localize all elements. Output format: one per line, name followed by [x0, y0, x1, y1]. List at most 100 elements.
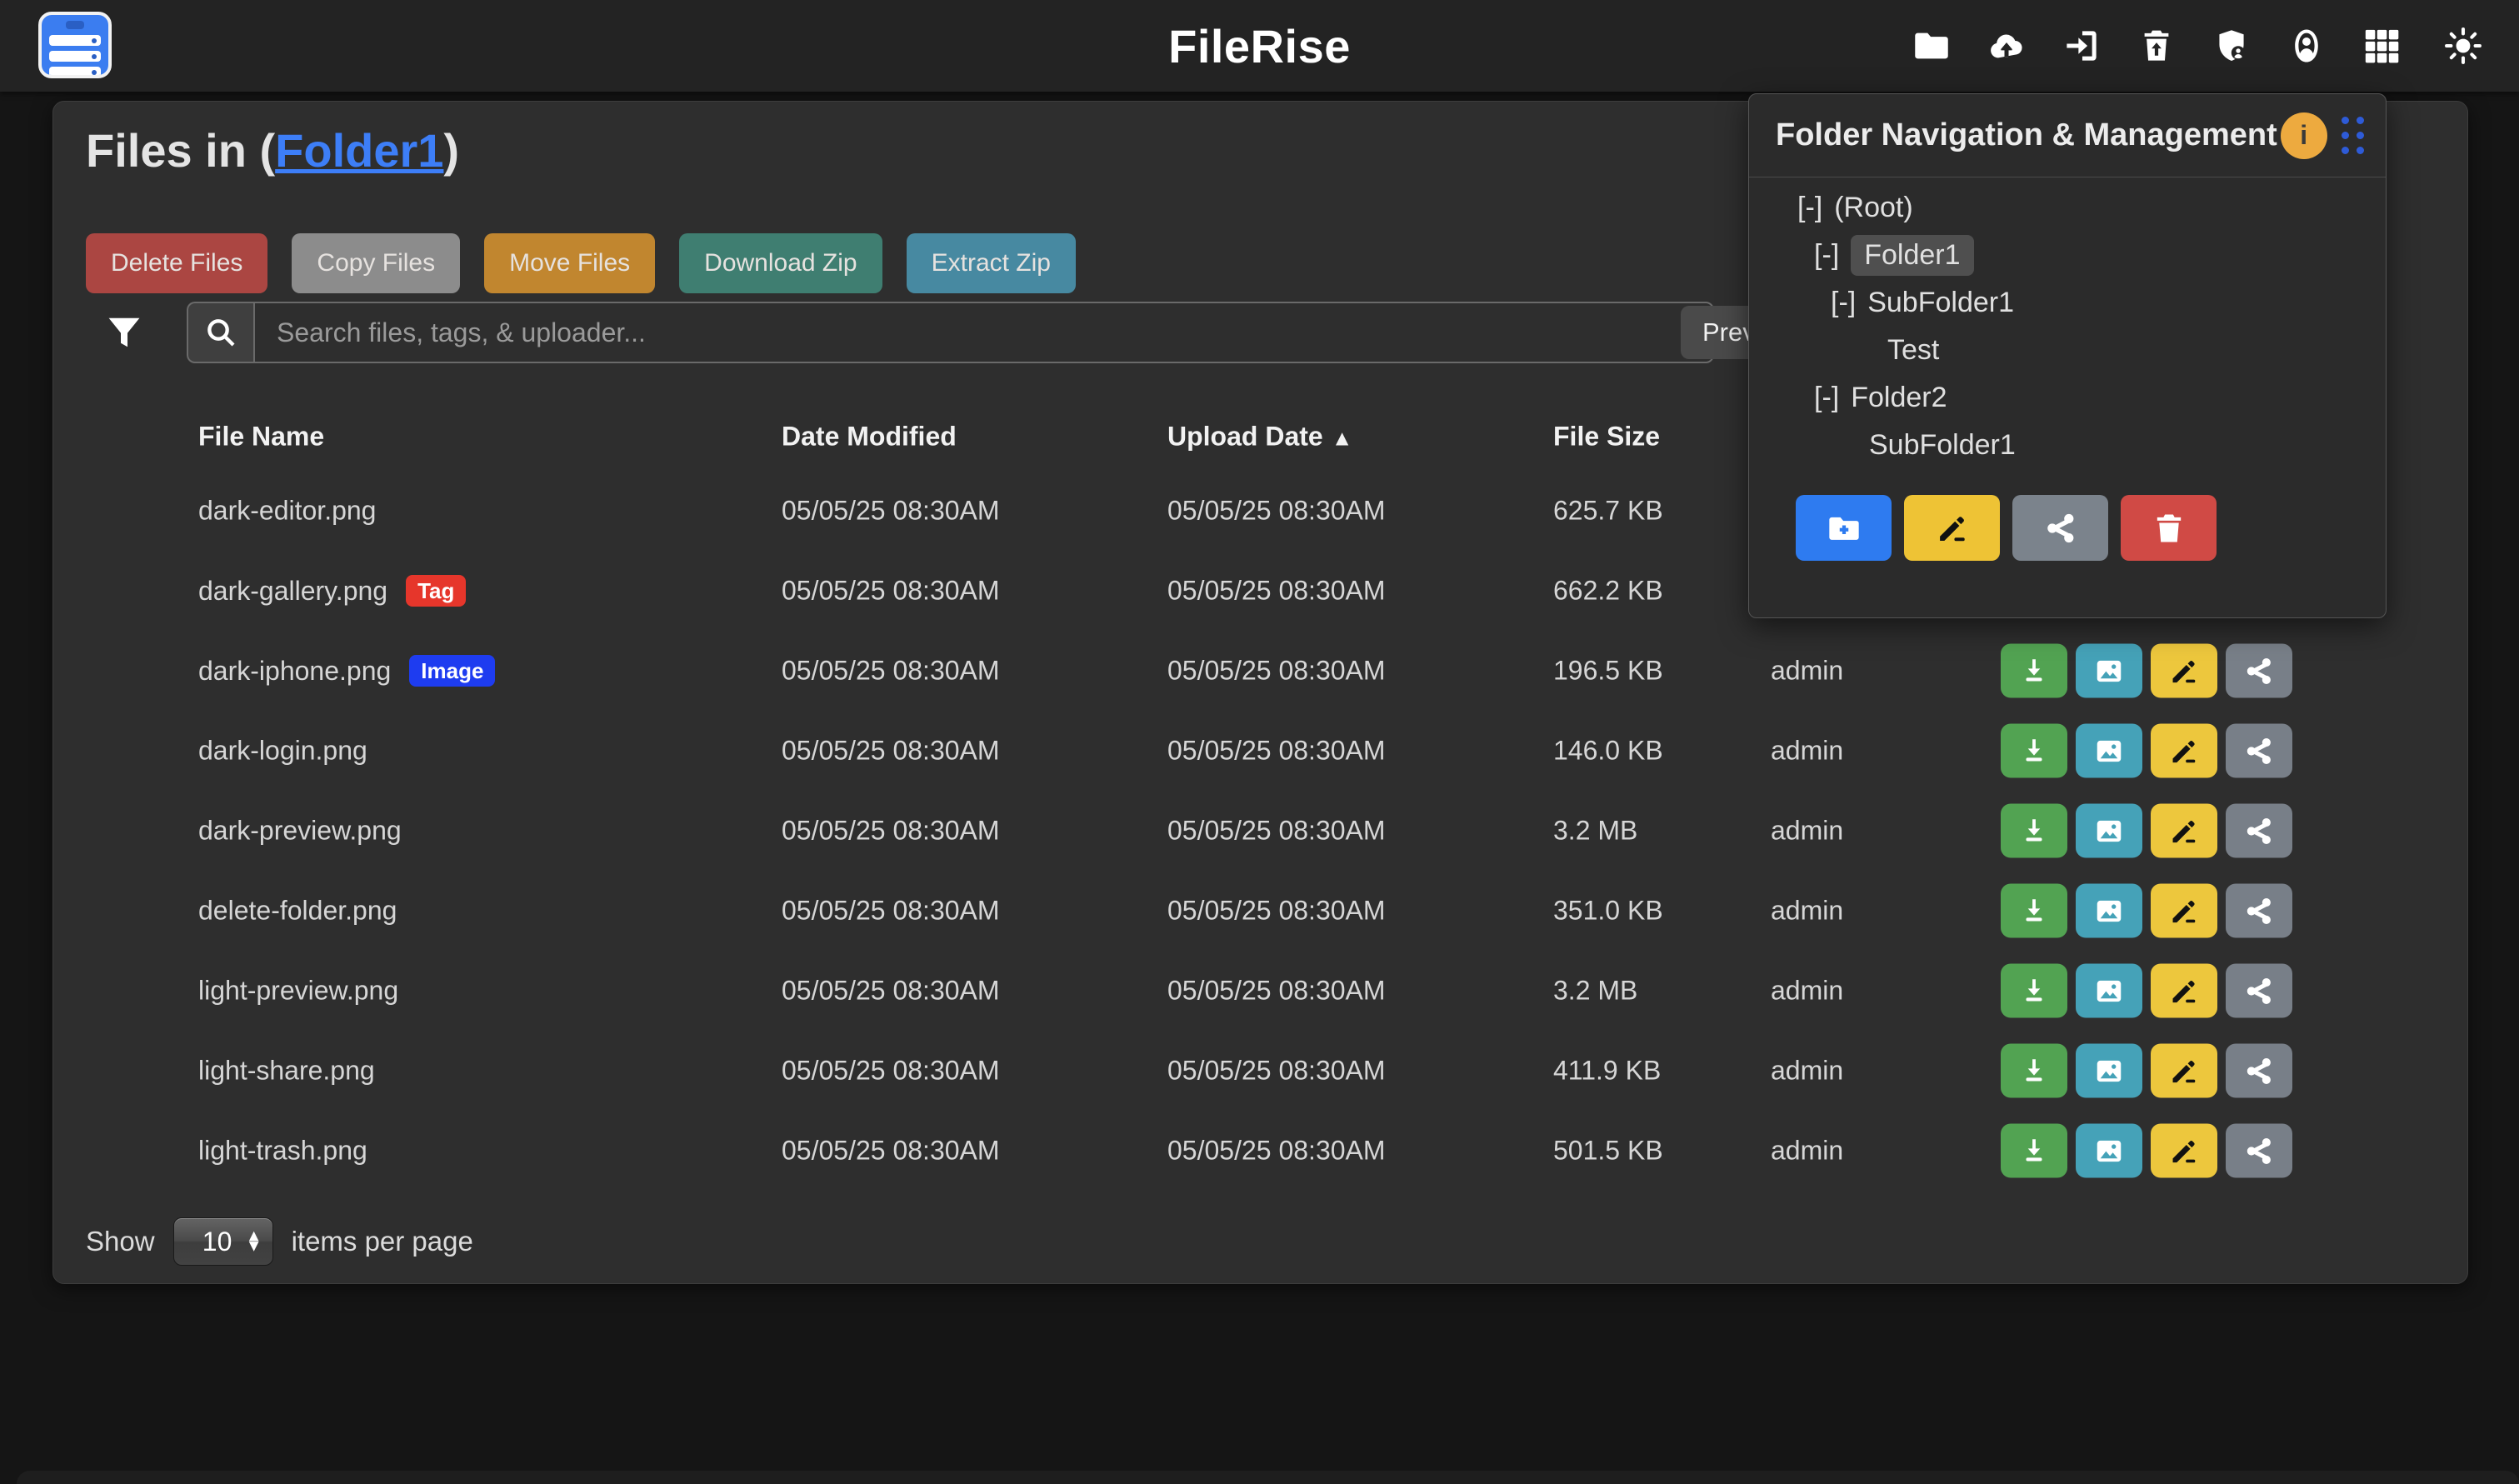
file-size: 625.7 KB: [1553, 496, 1663, 527]
preview-image-icon[interactable]: [2076, 884, 2142, 938]
file-name[interactable]: light-preview.png: [198, 976, 398, 1007]
row-actions: [2001, 1124, 2292, 1178]
file-name[interactable]: dark-iphone.png: [198, 656, 391, 687]
folder-label[interactable]: SubFolder1: [1869, 429, 2016, 462]
col-file-size[interactable]: File Size: [1553, 422, 1660, 452]
preview-image-icon[interactable]: [2076, 964, 2142, 1018]
share-icon[interactable]: [2226, 804, 2292, 858]
folder-icon[interactable]: [1911, 25, 1952, 67]
rename-folder-icon[interactable]: [1904, 495, 2000, 561]
share-icon[interactable]: [2226, 1124, 2292, 1178]
info-icon[interactable]: i: [2281, 112, 2327, 159]
apps-grid-icon[interactable]: [2361, 25, 2402, 67]
row-actions: [2001, 804, 2292, 858]
user-account-icon[interactable]: [2286, 25, 2327, 67]
tree-item-root[interactable]: [-] (Root): [1749, 184, 2386, 232]
collapse-toggle[interactable]: [-]: [1814, 382, 1839, 414]
file-name[interactable]: light-trash.png: [198, 1136, 367, 1167]
upload-date: 05/05/25 08:30AM: [1167, 816, 1386, 847]
delete-folder-icon[interactable]: [2121, 495, 2217, 561]
tree-item-folder1[interactable]: [-] Folder1: [1749, 232, 2386, 279]
upload-date: 05/05/25 08:30AM: [1167, 576, 1386, 607]
col-file-name[interactable]: File Name: [198, 422, 324, 452]
collapse-toggle[interactable]: [-]: [1831, 287, 1856, 319]
file-badge: Tag: [406, 575, 466, 607]
file-name[interactable]: delete-folder.png: [198, 896, 397, 927]
rename-icon[interactable]: [2151, 1044, 2217, 1098]
preview-image-icon[interactable]: [2076, 644, 2142, 698]
download-icon[interactable]: [2001, 1044, 2067, 1098]
rename-icon[interactable]: [2151, 724, 2217, 778]
preview-image-icon[interactable]: [2076, 1044, 2142, 1098]
tree-item-test[interactable]: Test: [1749, 327, 2386, 374]
drag-handle-icon[interactable]: [2342, 117, 2364, 154]
file-size: 146.0 KB: [1553, 736, 1663, 767]
preview-image-icon[interactable]: [2076, 724, 2142, 778]
share-icon[interactable]: [2226, 644, 2292, 698]
upload-date: 05/05/25 08:30AM: [1167, 1136, 1386, 1167]
file-size: 501.5 KB: [1553, 1136, 1663, 1167]
extract-zip-button[interactable]: Extract Zip: [907, 233, 1076, 293]
folder-link[interactable]: Folder1: [275, 124, 443, 177]
rename-icon[interactable]: [2151, 964, 2217, 1018]
tree-item-folder2[interactable]: [-] Folder2: [1749, 374, 2386, 422]
folder-label[interactable]: Folder2: [1851, 382, 1947, 414]
rename-icon[interactable]: [2151, 644, 2217, 698]
preview-image-icon[interactable]: [2076, 804, 2142, 858]
upload-date: 05/05/25 08:30AM: [1167, 656, 1386, 687]
tree-item-subfolder1-2[interactable]: SubFolder1: [1749, 422, 2386, 469]
move-files-button[interactable]: Move Files: [484, 233, 655, 293]
folder-panel-actions: [1796, 495, 2217, 561]
bulk-actions-toolbar: Delete Files Copy Files Move Files Downl…: [86, 233, 1076, 293]
select-stepper-icon: ▲▼: [246, 1232, 262, 1252]
collapse-toggle[interactable]: [-]: [1814, 239, 1839, 272]
file-name[interactable]: dark-login.png: [198, 736, 367, 767]
download-icon[interactable]: [2001, 1124, 2067, 1178]
preview-image-icon[interactable]: [2076, 1124, 2142, 1178]
col-upload-date[interactable]: Upload Date▲: [1167, 422, 1352, 452]
cloud-upload-icon[interactable]: [1986, 25, 2027, 67]
share-icon[interactable]: [2226, 1044, 2292, 1098]
share-icon[interactable]: [2226, 964, 2292, 1018]
filter-funnel-icon[interactable]: [104, 312, 144, 353]
share-icon[interactable]: [2226, 884, 2292, 938]
search-input[interactable]: [253, 302, 1714, 363]
folder-label[interactable]: SubFolder1: [1867, 287, 2014, 319]
admin-shield-icon[interactable]: [2211, 25, 2252, 67]
items-per-page-select[interactable]: 10 ▲▼: [173, 1217, 273, 1266]
copy-files-button[interactable]: Copy Files: [292, 233, 460, 293]
file-size: 411.9 KB: [1553, 1056, 1661, 1087]
file-name[interactable]: dark-editor.png: [198, 496, 376, 527]
create-folder-icon[interactable]: [1796, 495, 1892, 561]
folder-label-selected[interactable]: Folder1: [1851, 235, 1973, 276]
folder-label[interactable]: Test: [1887, 334, 1939, 367]
rename-icon[interactable]: [2151, 1124, 2217, 1178]
rename-icon[interactable]: [2151, 804, 2217, 858]
download-icon[interactable]: [2001, 884, 2067, 938]
rename-icon[interactable]: [2151, 884, 2217, 938]
col-date-modified[interactable]: Date Modified: [782, 422, 957, 452]
collapse-toggle[interactable]: [-]: [1797, 192, 1822, 224]
folder-label[interactable]: (Root): [1834, 192, 1912, 224]
folder-panel-title: Folder Navigation & Management: [1776, 117, 2277, 153]
search-icon[interactable]: [187, 302, 253, 363]
delete-files-button[interactable]: Delete Files: [86, 233, 267, 293]
file-name[interactable]: dark-preview.png: [198, 816, 402, 847]
heading-suffix: ): [443, 124, 459, 177]
tree-item-subfolder1[interactable]: [-] SubFolder1: [1749, 279, 2386, 327]
file-name[interactable]: light-share.png: [198, 1056, 375, 1087]
share-folder-icon[interactable]: [2012, 495, 2108, 561]
sign-in-icon[interactable]: [2061, 25, 2102, 67]
trash-restore-icon[interactable]: [2136, 25, 2177, 67]
download-icon[interactable]: [2001, 804, 2067, 858]
date-modified: 05/05/25 08:30AM: [782, 896, 1000, 927]
download-icon[interactable]: [2001, 724, 2067, 778]
items-per-page-value: 10: [202, 1227, 232, 1257]
light-mode-sun-icon[interactable]: [2442, 25, 2484, 67]
share-icon[interactable]: [2226, 724, 2292, 778]
download-icon[interactable]: [2001, 964, 2067, 1018]
file-name[interactable]: dark-gallery.png: [198, 576, 387, 607]
uploader: admin: [1771, 656, 1843, 687]
download-icon[interactable]: [2001, 644, 2067, 698]
download-zip-button[interactable]: Download Zip: [679, 233, 882, 293]
